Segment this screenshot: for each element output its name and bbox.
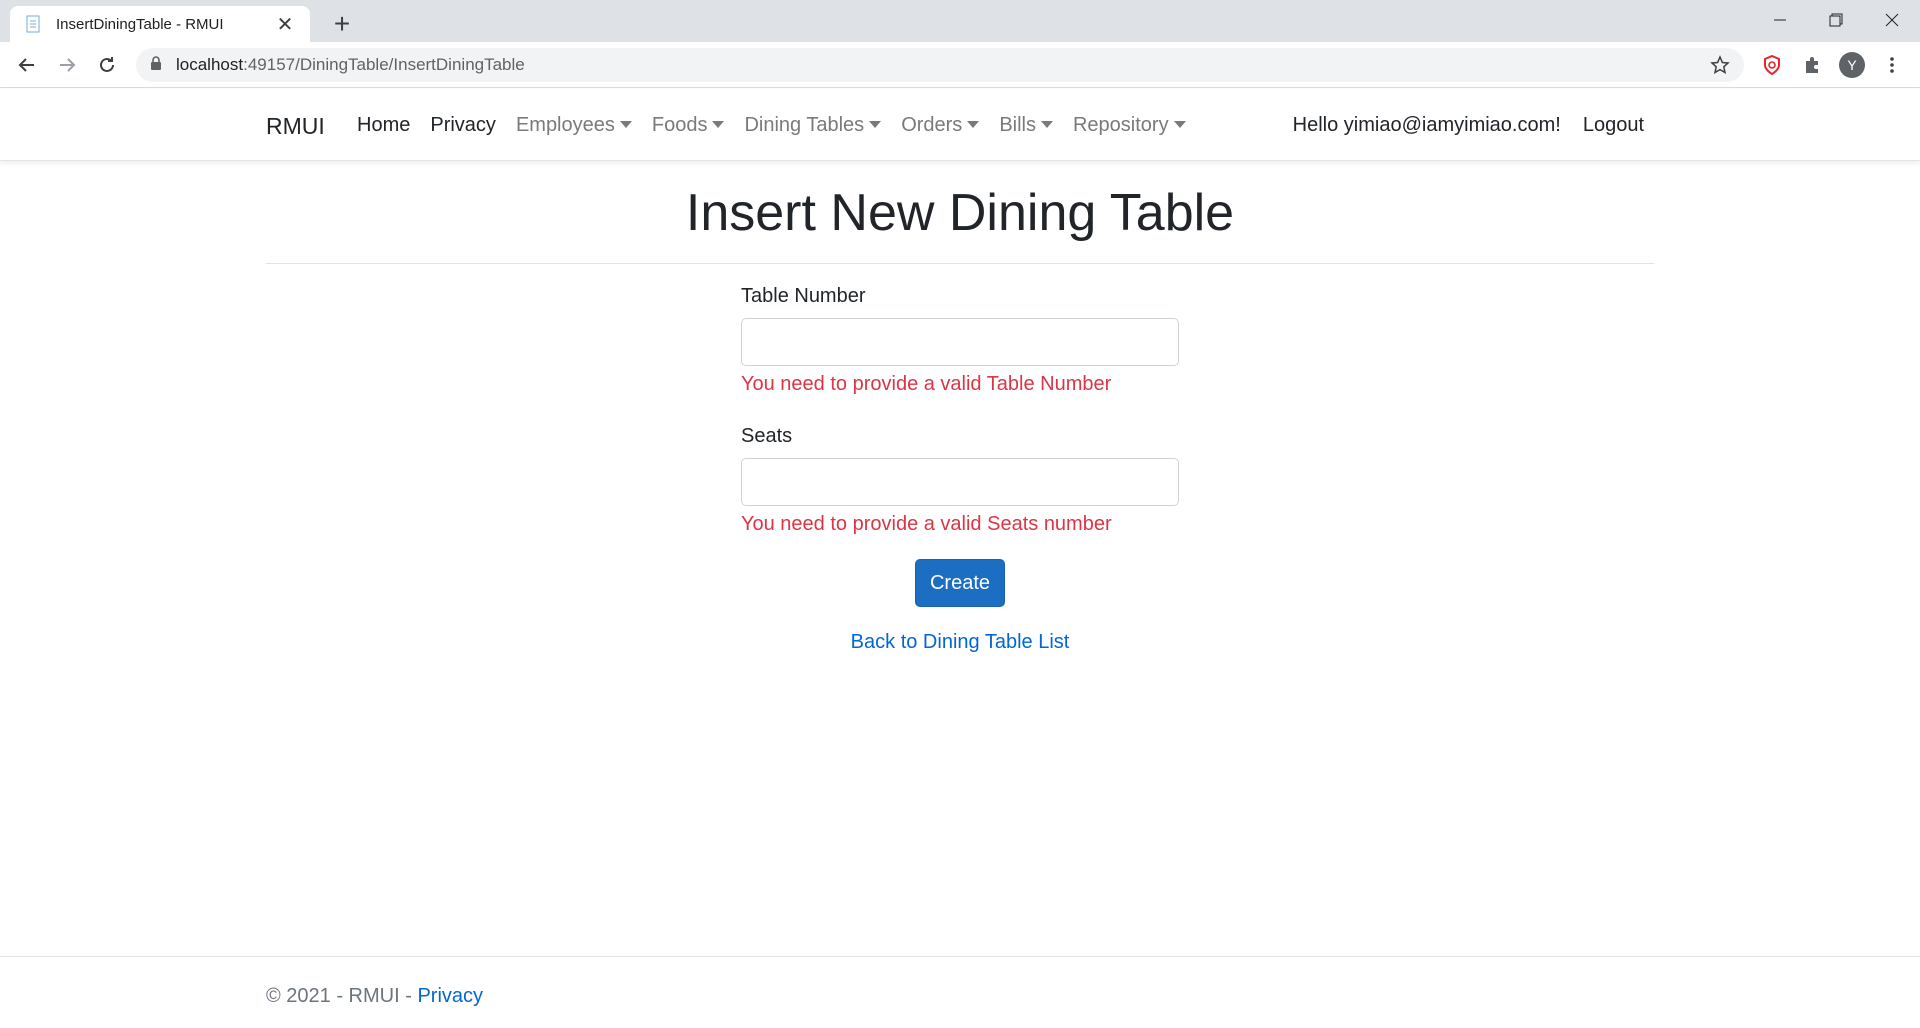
nav-repository-dropdown[interactable]: Repository bbox=[1073, 114, 1186, 137]
logout-button[interactable]: Logout bbox=[1583, 114, 1644, 137]
caret-down-icon bbox=[967, 120, 980, 128]
browser-tab-bar: InsertDiningTable - RMUI ✕ + bbox=[0, 0, 1920, 42]
caret-down-icon bbox=[619, 120, 632, 128]
nav-orders-dropdown[interactable]: Orders bbox=[901, 114, 980, 137]
close-icon[interactable]: ✕ bbox=[274, 12, 296, 37]
restore-icon[interactable] bbox=[1808, 0, 1864, 40]
lock-icon bbox=[150, 55, 162, 75]
site-navbar: RMUI Home Privacy Employees Foods Dining… bbox=[0, 89, 1920, 161]
caret-down-icon bbox=[1173, 120, 1186, 128]
tab-title: InsertDiningTable - RMUI bbox=[56, 15, 224, 33]
back-to-list-link[interactable]: Back to Dining Table List bbox=[0, 631, 1920, 654]
browser-toolbar: localhost:49157/DiningTable/InsertDining… bbox=[0, 42, 1920, 88]
page-title: Insert New Dining Table bbox=[685, 184, 1235, 242]
minimize-icon[interactable] bbox=[1752, 0, 1808, 40]
nav-employees-dropdown[interactable]: Employees bbox=[516, 114, 632, 137]
brand-link[interactable]: RMUI bbox=[266, 113, 325, 140]
nav-foods-dropdown[interactable]: Foods bbox=[652, 114, 725, 137]
table-number-error: You need to provide a valid Table Number bbox=[741, 373, 1112, 395]
caret-down-icon bbox=[712, 120, 725, 128]
seats-error: You need to provide a valid Seats number bbox=[741, 513, 1112, 535]
seats-label: Seats bbox=[741, 425, 793, 447]
nav-links: Home Privacy Employees Foods Dining Tabl… bbox=[357, 114, 1206, 137]
create-button[interactable]: Create bbox=[915, 559, 1005, 607]
extension-shield-icon[interactable] bbox=[1755, 48, 1789, 82]
window-controls bbox=[1752, 0, 1920, 40]
menu-kebab-icon[interactable] bbox=[1875, 48, 1909, 82]
extensions-puzzle-icon[interactable] bbox=[1795, 48, 1829, 82]
page-icon bbox=[24, 15, 42, 33]
back-arrow-icon[interactable] bbox=[10, 48, 44, 82]
caret-down-icon bbox=[869, 120, 882, 128]
user-greeting[interactable]: Hello yimiao@iamyimiao.com! bbox=[1293, 114, 1561, 137]
insert-table-form: Table Number You need to provide a valid… bbox=[741, 285, 1179, 536]
footer-divider bbox=[0, 956, 1920, 957]
window-close-icon[interactable] bbox=[1864, 0, 1920, 40]
footer-copyright: © 2021 - RMUI - bbox=[266, 985, 418, 1007]
url-text: localhost:49157/DiningTable/InsertDining… bbox=[176, 55, 525, 74]
divider bbox=[266, 263, 1654, 264]
bookmark-star-icon[interactable] bbox=[1710, 55, 1730, 80]
table-number-label: Table Number bbox=[741, 285, 866, 307]
footer-privacy-link[interactable]: Privacy bbox=[417, 985, 483, 1007]
nav-privacy[interactable]: Privacy bbox=[430, 114, 496, 137]
reload-icon[interactable] bbox=[90, 48, 124, 82]
address-bar[interactable]: localhost:49157/DiningTable/InsertDining… bbox=[136, 48, 1744, 82]
browser-tab[interactable]: InsertDiningTable - RMUI ✕ bbox=[10, 6, 310, 42]
table-number-input[interactable] bbox=[741, 318, 1179, 366]
forward-arrow-icon[interactable] bbox=[50, 48, 84, 82]
nav-home[interactable]: Home bbox=[357, 114, 410, 137]
seats-input[interactable] bbox=[741, 458, 1179, 506]
nav-dining-tables-dropdown[interactable]: Dining Tables bbox=[744, 114, 882, 137]
caret-down-icon bbox=[1040, 120, 1053, 128]
new-tab-button[interactable]: + bbox=[324, 6, 360, 42]
nav-bills-dropdown[interactable]: Bills bbox=[999, 114, 1053, 137]
profile-avatar[interactable]: Y bbox=[1835, 48, 1869, 82]
footer: © 2021 - RMUI - Privacy bbox=[266, 985, 483, 1008]
nav-user-area: Hello yimiao@iamyimiao.com! Logout bbox=[1271, 114, 1644, 137]
